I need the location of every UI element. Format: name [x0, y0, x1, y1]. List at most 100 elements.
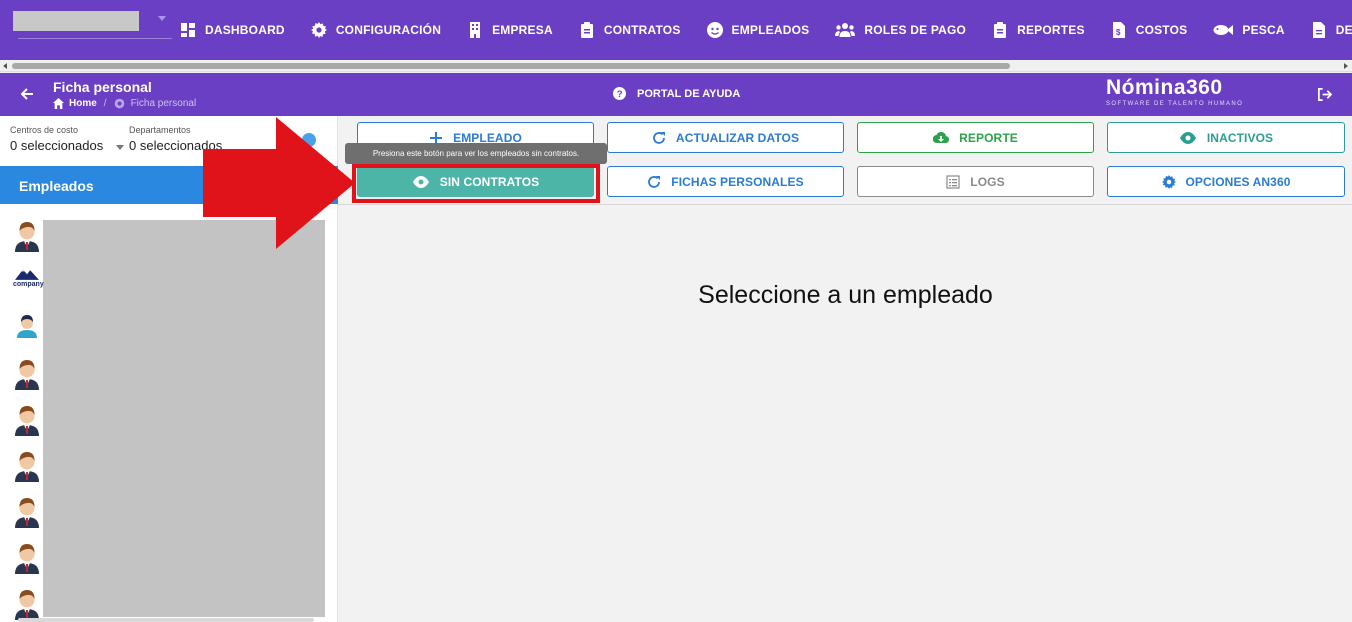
- document-icon: [1312, 22, 1325, 38]
- employee-avatar[interactable]: [13, 448, 41, 482]
- toolbar-divider: [338, 204, 1352, 205]
- user-avatar-icon: [15, 452, 39, 482]
- people-icon: [835, 23, 856, 37]
- breadcrumb-home[interactable]: Home: [69, 98, 97, 109]
- nav-label: EMPRESA: [492, 23, 553, 37]
- home-icon: [53, 98, 64, 109]
- logs-label: LOGS: [970, 174, 1005, 189]
- chevron-down-icon: [158, 16, 166, 21]
- back-arrow-icon[interactable]: [20, 87, 34, 101]
- company-logo-avatar[interactable]: company: [12, 266, 44, 288]
- scrollbar-thumb[interactable]: [12, 63, 1010, 69]
- nav-item-pesca[interactable]: PESCA: [1213, 20, 1285, 40]
- employee-avatar[interactable]: [13, 356, 41, 390]
- user-avatar-icon: [15, 406, 39, 436]
- top-navbar: DASHBOARD CONFIGURACIÓN EMPRESA CONTRATO…: [0, 0, 1352, 60]
- app-logo: Nómina360 SOFTWARE DE TALENTO HUMANO: [1106, 76, 1256, 112]
- user-avatar-icon: [17, 315, 37, 338]
- employee-avatar[interactable]: [13, 494, 41, 528]
- gear-icon: [310, 22, 327, 38]
- svg-text:?: ?: [617, 89, 623, 99]
- building-icon: [470, 22, 481, 38]
- refresh-icon: [653, 131, 665, 144]
- options-an360-label: OPCIONES AN360: [1185, 174, 1291, 189]
- company-logo-text: company: [13, 281, 44, 288]
- employee-avatar[interactable]: [13, 540, 41, 574]
- nav-label: COSTOS: [1135, 23, 1188, 37]
- user-avatar-icon: [15, 544, 39, 574]
- nav-item-empleados[interactable]: EMPLEADOS: [706, 20, 810, 40]
- nav-item-contratos[interactable]: CONTRATOS: [579, 20, 681, 40]
- nav-item-reportes[interactable]: REPORTES: [992, 20, 1085, 40]
- company-name-redacted: [13, 11, 139, 31]
- options-an360-button[interactable]: OPCIONES AN360: [1107, 166, 1345, 197]
- breadcrumb-separator: /: [103, 98, 107, 109]
- employee-names-redacted: [43, 220, 325, 617]
- nav-label: ROLES DE PAGO: [864, 23, 967, 37]
- nav-menu: DASHBOARD CONFIGURACIÓN EMPRESA CONTRATO…: [180, 0, 1352, 60]
- invoice-icon: $: [1112, 22, 1125, 38]
- cloud-download-icon: [933, 131, 950, 143]
- nav-label: PESCA: [1242, 23, 1285, 37]
- help-portal-label: PORTAL DE AYUDA: [637, 87, 741, 100]
- red-arrow-icon: [203, 117, 355, 249]
- employee-avatar[interactable]: [13, 218, 41, 252]
- employee-list-scrollbar[interactable]: [18, 618, 314, 622]
- scroll-right-icon[interactable]: [1344, 63, 1348, 69]
- nav-label: CONTRATOS: [603, 23, 681, 37]
- inactive-label: INACTIVOS: [1206, 130, 1274, 145]
- fish-icon: [1213, 25, 1234, 35]
- cost-center-value[interactable]: 0 seleccionados: [10, 138, 103, 153]
- inactive-button[interactable]: INACTIVOS: [1107, 122, 1345, 153]
- user-avatar-icon: [15, 360, 39, 390]
- employee-avatar[interactable]: [16, 314, 44, 348]
- company-selector[interactable]: [12, 10, 172, 40]
- chevron-down-icon[interactable]: [116, 145, 124, 150]
- question-icon: ?: [613, 87, 626, 100]
- highlight-box: [352, 164, 600, 203]
- employee-avatar[interactable]: [13, 586, 41, 620]
- update-data-button[interactable]: ACTUALIZAR DATOS: [607, 122, 844, 153]
- dashboard-icon: [181, 23, 195, 37]
- user-avatar-icon: [15, 498, 39, 528]
- mountain-logo-icon: [15, 269, 39, 280]
- clipboard-icon: [580, 22, 593, 38]
- eye-icon: [1179, 131, 1196, 144]
- user-avatar-icon: [15, 590, 39, 620]
- nav-item-configuracion[interactable]: CONFIGURACIÓN: [310, 20, 442, 40]
- refresh-icon: [648, 175, 661, 188]
- logout-icon[interactable]: [1317, 87, 1332, 102]
- report-label: REPORTE: [959, 130, 1018, 145]
- nav-scrollbar[interactable]: [0, 60, 1352, 72]
- scroll-left-icon[interactable]: [3, 63, 7, 69]
- update-data-label: ACTUALIZAR DATOS: [675, 130, 800, 145]
- nav-item-roles-de-pago[interactable]: ROLES DE PAGO: [835, 20, 966, 40]
- nav-label: DESTAJO: [1335, 23, 1352, 37]
- nav-label: EMPLEADOS: [731, 23, 810, 37]
- cost-center-filter[interactable]: Centros de costo 0 seleccionados: [10, 125, 103, 153]
- personal-files-label: FICHAS PERSONALES: [671, 174, 804, 189]
- clipboard-icon: [994, 22, 1007, 38]
- nav-item-empresa[interactable]: EMPRESA: [467, 20, 553, 40]
- report-button[interactable]: REPORTE: [857, 122, 1094, 153]
- personal-files-button[interactable]: FICHAS PERSONALES: [607, 166, 844, 197]
- nav-item-destajo[interactable]: DESTAJO: [1311, 20, 1352, 40]
- list-icon: [946, 174, 960, 189]
- nav-item-costos[interactable]: $ COSTOS: [1111, 20, 1188, 40]
- gear-icon: [114, 98, 124, 109]
- cost-center-label: Centros de costo: [10, 125, 79, 135]
- nav-label: CONFIGURACIÓN: [335, 23, 442, 37]
- logo-main-text: Nómina360: [1106, 76, 1223, 99]
- face-icon: [706, 22, 723, 38]
- employee-avatar[interactable]: [13, 402, 41, 436]
- user-avatar-icon: [15, 222, 39, 252]
- logs-button[interactable]: LOGS: [857, 166, 1094, 197]
- nav-label: DASHBOARD: [205, 23, 285, 37]
- no-contracts-tooltip: Presiona este botón para ver los emplead…: [345, 143, 607, 164]
- nav-item-dashboard[interactable]: DASHBOARD: [180, 20, 285, 40]
- breadcrumb-current: Ficha personal: [130, 98, 197, 109]
- nav-label: REPORTES: [1017, 23, 1085, 37]
- empty-state-message: Seleccione a un empleado: [698, 281, 993, 309]
- company-selector-underline: [18, 38, 172, 39]
- help-portal-link[interactable]: ? PORTAL DE AYUDA: [613, 87, 740, 100]
